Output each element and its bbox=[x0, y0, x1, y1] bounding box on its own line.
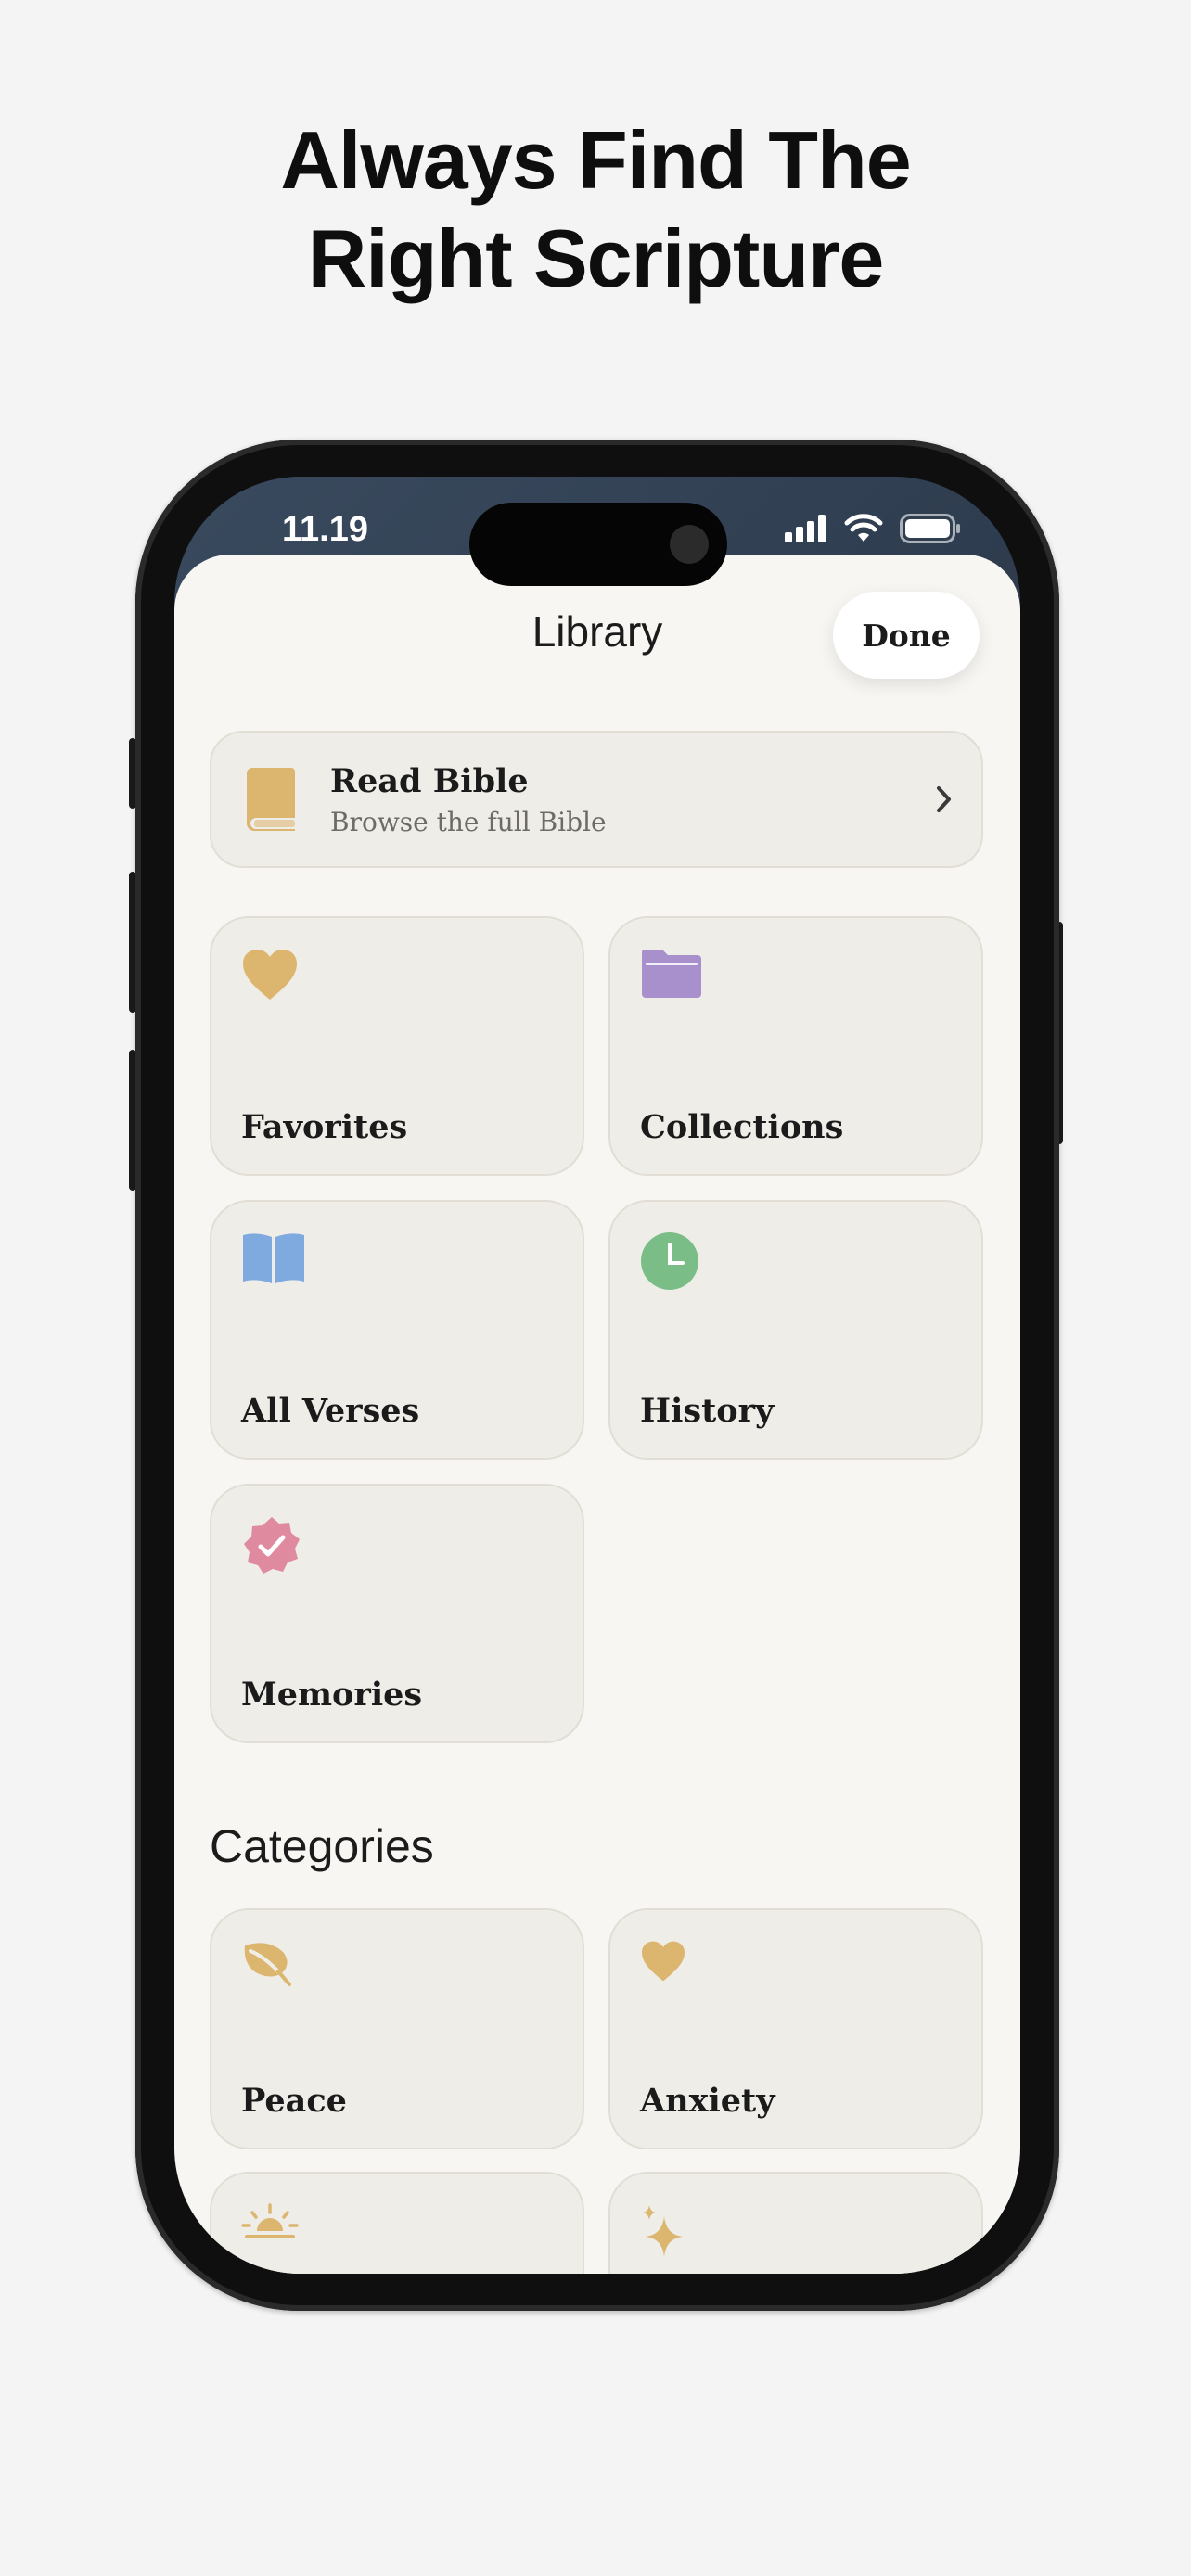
camera-icon bbox=[670, 525, 709, 564]
category-sunrise[interactable] bbox=[210, 2172, 584, 2274]
book-icon bbox=[247, 768, 295, 831]
sunrise-icon bbox=[241, 2203, 299, 2238]
history-tile[interactable]: History bbox=[608, 1200, 983, 1460]
battery-icon bbox=[900, 514, 960, 543]
collections-label: Collections bbox=[640, 1108, 844, 1146]
categories-heading: Categories bbox=[210, 1820, 434, 1872]
collections-tile[interactable]: Collections bbox=[608, 916, 983, 1176]
headline: Always Find The Right Scripture bbox=[0, 111, 1191, 308]
headline-line-2: Right Scripture bbox=[307, 212, 885, 304]
category-sparkles[interactable] bbox=[608, 2172, 983, 2274]
favorites-label: Favorites bbox=[241, 1108, 408, 1146]
category-anxiety[interactable]: Anxiety bbox=[608, 1908, 983, 2149]
all-verses-label: All Verses bbox=[241, 1392, 420, 1430]
wifi-icon bbox=[844, 514, 883, 542]
phone-screen: 11.19 Library Done Read Bible Browse the… bbox=[174, 477, 1020, 2274]
headline-line-1: Always Find The bbox=[280, 114, 911, 206]
history-label: History bbox=[640, 1392, 775, 1430]
verified-badge-icon bbox=[244, 1517, 300, 1574]
signal-icon bbox=[785, 515, 826, 542]
status-icons bbox=[785, 512, 961, 545]
dynamic-island bbox=[469, 503, 727, 586]
read-bible-subtitle: Browse the full Bible bbox=[330, 807, 607, 837]
folder-icon bbox=[641, 950, 701, 998]
chevron-right-icon bbox=[937, 786, 951, 812]
phone-frame: 11.19 Library Done Read Bible Browse the… bbox=[135, 440, 1059, 2311]
heart-icon bbox=[642, 1941, 685, 1982]
read-bible-row[interactable]: Read Bible Browse the full Bible bbox=[210, 731, 983, 868]
all-verses-tile[interactable]: All Verses bbox=[210, 1200, 584, 1460]
leaf-icon bbox=[244, 1943, 291, 1986]
sparkles-icon bbox=[643, 2205, 683, 2257]
anxiety-label: Anxiety bbox=[640, 2082, 775, 2120]
heart-icon bbox=[243, 950, 297, 1000]
clock-icon bbox=[641, 1232, 698, 1290]
open-book-icon bbox=[243, 1233, 304, 1283]
status-time: 11.19 bbox=[282, 510, 368, 549]
memories-label: Memories bbox=[241, 1676, 423, 1714]
favorites-tile[interactable]: Favorites bbox=[210, 916, 584, 1176]
memories-tile[interactable]: Memories bbox=[210, 1484, 584, 1743]
library-sheet: Library Done Read Bible Browse the full … bbox=[174, 555, 1020, 2274]
peace-label: Peace bbox=[241, 2082, 347, 2120]
category-peace[interactable]: Peace bbox=[210, 1908, 584, 2149]
done-button[interactable]: Done bbox=[833, 592, 980, 679]
read-bible-title: Read Bible bbox=[330, 762, 529, 800]
